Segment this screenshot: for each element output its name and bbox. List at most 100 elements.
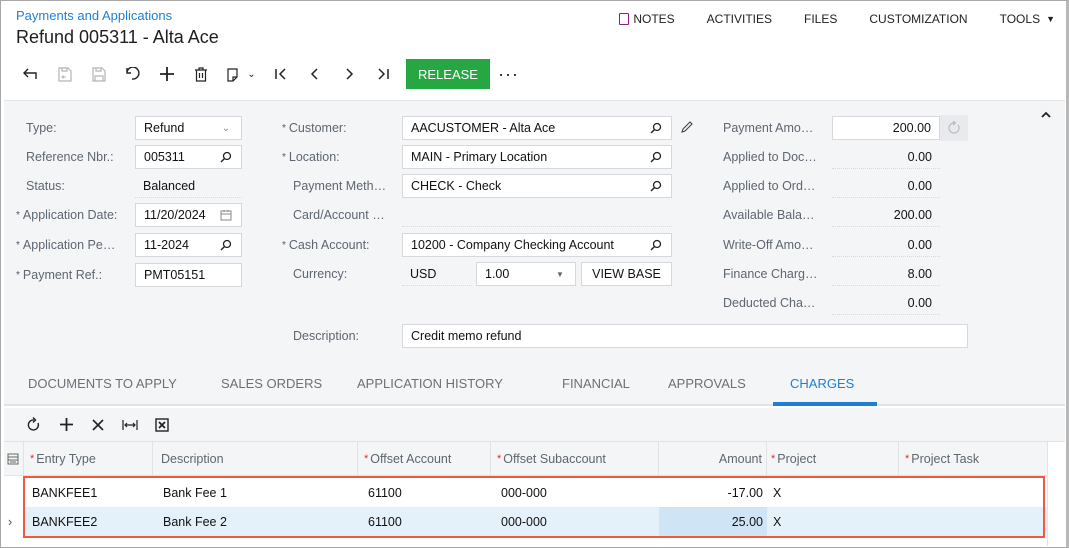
- tab-financial[interactable]: FINANCIAL: [562, 376, 630, 391]
- column-chooser-icon: [7, 453, 19, 465]
- activities-button[interactable]: ACTIVITIES: [707, 12, 772, 26]
- cell-project[interactable]: X: [767, 507, 899, 536]
- required-marker: *: [16, 209, 20, 221]
- tab-sales-orders[interactable]: SALES ORDERS: [221, 376, 322, 391]
- type-select[interactable]: Refund ⌄: [135, 116, 242, 140]
- column-header-project[interactable]: * Project: [767, 442, 899, 476]
- search-icon[interactable]: [219, 238, 233, 252]
- previous-record-button[interactable]: [298, 59, 332, 89]
- cell-offset-account[interactable]: 61100: [358, 478, 491, 507]
- cell-entry-type[interactable]: BANKFEE2: [24, 507, 153, 536]
- column-chooser-button[interactable]: [4, 442, 24, 476]
- writeoff-label: Write-Off Amo…: [723, 238, 814, 252]
- column-header-project-task[interactable]: * Project Task: [899, 442, 1047, 476]
- column-header-offset-account[interactable]: * Offset Account: [358, 442, 491, 476]
- add-icon: [59, 418, 73, 431]
- collapse-form-button[interactable]: [1041, 105, 1051, 121]
- column-header-offset-subaccount[interactable]: * Offset Subaccount: [491, 442, 659, 476]
- type-value: Refund: [144, 121, 185, 135]
- paymethod-field[interactable]: CHECK - Check: [402, 174, 672, 198]
- payment-amount-field[interactable]: 200.00: [832, 116, 940, 140]
- edit-customer-button[interactable]: [680, 120, 694, 137]
- calendar-icon[interactable]: [219, 208, 233, 222]
- search-icon[interactable]: [649, 150, 663, 164]
- cell-offset-account[interactable]: 61100: [358, 507, 491, 536]
- add-button[interactable]: [150, 59, 184, 89]
- refresh-grid-button[interactable]: [18, 412, 50, 438]
- last-record-button[interactable]: [366, 59, 400, 89]
- save-close-button[interactable]: [48, 59, 82, 89]
- delete-row-button[interactable]: [82, 412, 114, 438]
- notes-button[interactable]: NOTES: [619, 12, 675, 26]
- tab-application-history[interactable]: APPLICATION HISTORY: [357, 376, 503, 391]
- cell-project-task[interactable]: [899, 478, 1047, 507]
- location-field[interactable]: MAIN - Primary Location: [402, 145, 672, 169]
- writeoff-value: 0.00: [907, 237, 932, 252]
- cell-offset-subaccount[interactable]: 000-000: [491, 507, 659, 536]
- release-button[interactable]: RELEASE: [406, 59, 490, 89]
- fit-columns-button[interactable]: [114, 412, 146, 438]
- type-label-row: Type:: [26, 116, 57, 140]
- cell-project[interactable]: X: [767, 478, 899, 507]
- add-row-button[interactable]: [50, 412, 82, 438]
- appdate-field[interactable]: 11/20/2024: [135, 203, 242, 227]
- export-excel-button[interactable]: [146, 412, 178, 438]
- table-row[interactable]: BANKFEE1 Bank Fee 1 61100 000-000 -17.00…: [4, 478, 1047, 507]
- search-icon[interactable]: [649, 121, 663, 135]
- cell-entry-type[interactable]: BANKFEE1: [24, 478, 153, 507]
- cash-account-field[interactable]: 10200 - Company Checking Account: [402, 233, 672, 257]
- tab-charges[interactable]: CHARGES: [790, 376, 854, 391]
- cell-project-task[interactable]: [899, 507, 1047, 536]
- cell-offset-subaccount[interactable]: 000-000: [491, 478, 659, 507]
- view-base-button[interactable]: VIEW BASE: [581, 262, 672, 286]
- search-icon[interactable]: [649, 238, 663, 252]
- search-icon[interactable]: [649, 179, 663, 193]
- payref-field[interactable]: PMT05151: [135, 263, 242, 287]
- description-field[interactable]: Credit memo refund: [402, 324, 968, 348]
- refnbr-field[interactable]: 005311: [135, 145, 242, 169]
- back-icon: [23, 68, 37, 79]
- table-row-selected[interactable]: › BANKFEE2 Bank Fee 2 61100 000-000 25.0…: [4, 507, 1047, 536]
- currency-rate-select[interactable]: 1.00 ▼: [476, 262, 576, 286]
- row-selector-chevron-icon[interactable]: ›: [4, 507, 24, 536]
- appperiod-field[interactable]: 11-2024: [135, 233, 242, 257]
- refnbr-label: Reference Nbr.:: [26, 150, 114, 164]
- next-record-button[interactable]: [332, 59, 366, 89]
- payment-amount-value: 200.00: [892, 121, 931, 135]
- tab-approvals[interactable]: APPROVALS: [668, 376, 746, 391]
- refresh-icon: [948, 121, 960, 134]
- column-label: Offset Account: [370, 452, 452, 466]
- paymethod-label: Payment Meth…: [293, 179, 387, 193]
- recalculate-button[interactable]: [940, 115, 968, 141]
- customer-field[interactable]: AACUSTOMER - Alta Ace: [402, 116, 672, 140]
- column-header-entry-type[interactable]: * Entry Type: [24, 442, 153, 476]
- caret-down-icon: ▼: [556, 269, 564, 279]
- card-account-field: [402, 203, 672, 227]
- tab-documents-to-apply[interactable]: DOCUMENTS TO APPLY: [28, 376, 177, 391]
- tools-label: TOOLS: [999, 12, 1041, 26]
- customization-button[interactable]: CUSTOMIZATION: [869, 12, 967, 26]
- breadcrumb[interactable]: Payments and Applications: [16, 8, 172, 23]
- tools-menu[interactable]: TOOLS ▼: [1000, 12, 1055, 26]
- chevron-down-icon: ⌄: [221, 122, 231, 134]
- status-field: Balanced: [135, 174, 242, 198]
- cell-amount[interactable]: -17.00: [659, 478, 767, 507]
- cell-amount-active[interactable]: 25.00: [659, 507, 767, 536]
- save-button[interactable]: [82, 59, 116, 89]
- save-close-icon: [58, 66, 72, 82]
- delete-button[interactable]: [184, 59, 218, 89]
- column-label: Description: [161, 452, 224, 466]
- required-marker: *: [282, 151, 286, 163]
- back-button[interactable]: [14, 59, 48, 89]
- cell-description[interactable]: Bank Fee 1: [153, 478, 358, 507]
- clipboard-menu-button[interactable]: ⌄: [218, 59, 264, 89]
- search-icon[interactable]: [219, 150, 233, 164]
- files-button[interactable]: FILES: [804, 12, 837, 26]
- column-label: Entry Type: [36, 452, 96, 466]
- undo-button[interactable]: [116, 59, 150, 89]
- column-header-description[interactable]: Description: [153, 442, 358, 476]
- more-actions-button[interactable]: ···: [498, 64, 519, 85]
- column-header-amount[interactable]: Amount: [659, 442, 767, 476]
- cell-description[interactable]: Bank Fee 2: [153, 507, 358, 536]
- first-record-button[interactable]: [264, 59, 298, 89]
